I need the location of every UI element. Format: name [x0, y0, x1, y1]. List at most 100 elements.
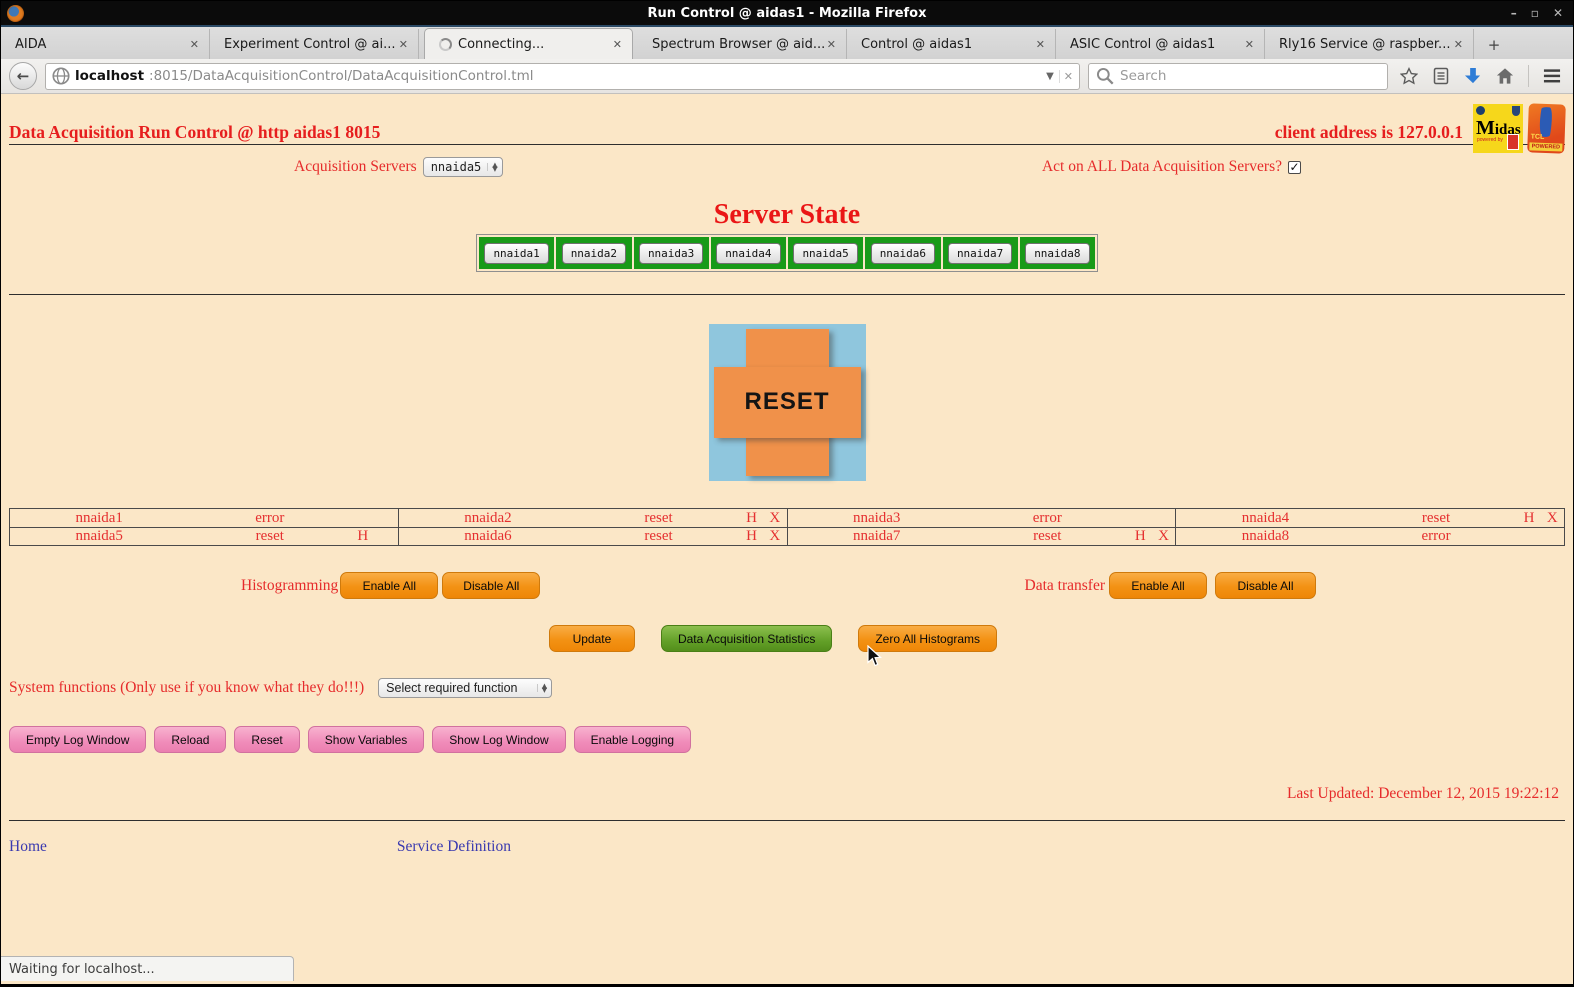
show-variables-button[interactable]: Show Variables: [307, 726, 425, 753]
downloads-icon[interactable]: [1464, 67, 1482, 85]
firefox-window: Run Control @ aidas1 - Mozilla Firefox –…: [0, 0, 1574, 987]
tab-close-icon[interactable]: [397, 38, 410, 51]
tab-close-icon[interactable]: [1243, 38, 1256, 51]
tab-label: Spectrum Browser @ aid...: [652, 36, 825, 52]
update-button[interactable]: Update: [548, 625, 635, 652]
acquisition-server-select[interactable]: nnaida5 ▲ ▼: [422, 157, 503, 177]
last-updated-text: Last Updated: December 12, 2015 19:22:12: [1286, 785, 1559, 802]
server-state-bar: nnaida1 nnaida2 nnaida3 nnaida4 nnaida5 …: [476, 234, 1098, 272]
url-bar[interactable]: localhost:8015/DataAcquisitionControl/Da…: [45, 62, 1080, 90]
tab-close-icon[interactable]: [611, 38, 624, 51]
reset-button-small[interactable]: Reset: [234, 726, 300, 753]
close-button[interactable]: ✕: [1553, 2, 1563, 24]
client-address: client address is 127.0.0.1: [1274, 121, 1463, 142]
server-state: reset: [1421, 509, 1451, 526]
histogramming-enable-all-button[interactable]: Enable All: [340, 572, 439, 599]
midas-logo-subtext: powered by: [1477, 137, 1503, 143]
server-button-nnaida8[interactable]: nnaida8: [1025, 242, 1090, 264]
back-button[interactable]: ←: [9, 62, 37, 90]
server-button-nnaida2[interactable]: nnaida2: [561, 242, 627, 264]
minimize-button[interactable]: –: [1511, 2, 1517, 24]
server-button-nnaida7[interactable]: nnaida7: [947, 242, 1013, 264]
server-name: nnaida3: [852, 509, 901, 526]
flag-h: H: [746, 509, 757, 526]
home-icon[interactable]: [1496, 67, 1514, 85]
flag-x: X: [1158, 528, 1169, 544]
data-transfer-label: Data transfer: [1024, 576, 1105, 594]
reload-button[interactable]: Reload: [154, 726, 227, 753]
globe-icon: [52, 67, 70, 85]
acquisition-row: Acquisition Servers nnaida5 ▲ ▼ Act on AL…: [1, 157, 1573, 177]
tab-control[interactable]: Control @ aidas1: [847, 29, 1056, 59]
status-group-nnaida5: nnaida5 reset H: [10, 528, 398, 545]
tab-close-icon[interactable]: [188, 38, 201, 51]
home-link[interactable]: Home: [9, 838, 47, 856]
midas-logo-dot: [1476, 106, 1485, 115]
status-group-nnaida1: nnaida1 error: [10, 509, 398, 527]
data-acquisition-statistics-button[interactable]: Data Acquisition Statistics: [660, 625, 833, 652]
histogramming-disable-all-button[interactable]: Disable All: [442, 572, 541, 599]
server-state: error: [1032, 509, 1062, 526]
status-group-nnaida2: nnaida2 reset H X: [397, 509, 787, 527]
status-row: nnaida5 reset H nnaida6 reset H X nnaida…: [10, 527, 1564, 545]
bookmarks-list-icon[interactable]: [1432, 67, 1450, 85]
tab-spectrum-browser[interactable]: Spectrum Browser @ aid...: [638, 29, 847, 59]
enable-logging-button[interactable]: Enable Logging: [573, 726, 692, 753]
select-spinner-icon: ▲ ▼: [487, 162, 498, 173]
act-on-all-checkbox[interactable]: [1288, 160, 1301, 174]
url-host: localhost: [75, 68, 145, 84]
server-state-heading: Server State: [713, 199, 861, 230]
histogramming-label: Histogramming: [241, 576, 339, 594]
flag-h: H: [1134, 528, 1146, 544]
tcl-powered-logo[interactable]: TCL POWERED: [1527, 103, 1566, 154]
tab-aida[interactable]: AIDA: [1, 29, 210, 59]
search-bar[interactable]: Search: [1088, 62, 1388, 90]
new-tab-button[interactable]: +: [1474, 31, 1514, 59]
server-button-nnaida6[interactable]: nnaida6: [870, 242, 936, 264]
url-path: :8015/DataAcquisitionControl/DataAcquisi…: [149, 68, 534, 84]
reset-button[interactable]: RESET: [708, 324, 866, 481]
status-group-nnaida6: nnaida6 reset H X: [397, 528, 787, 545]
tab-bar: AIDA Experiment Control @ ai... Connecti…: [1, 27, 1573, 59]
system-function-select[interactable]: Select required function ▲ ▼: [378, 678, 553, 698]
menu-hamburger-icon[interactable]: [1543, 67, 1561, 85]
tab-rly16-service[interactable]: Rly16 Service @ raspber...: [1265, 29, 1474, 59]
tab-connecting-active[interactable]: Connecting...: [424, 28, 633, 59]
bookmark-star-icon[interactable]: [1400, 67, 1418, 85]
server-state: reset: [255, 528, 284, 544]
server-name: nnaida5: [75, 528, 123, 544]
data-transfer-disable-all-button[interactable]: Disable All: [1215, 572, 1316, 599]
tab-close-icon[interactable]: [1034, 38, 1047, 51]
server-name: nnaida4: [1241, 509, 1290, 526]
tab-label: Connecting...: [458, 36, 545, 52]
url-dropdown-icon[interactable]: ▼: [1046, 71, 1054, 82]
page-title: Data Acquisition Run Control @ http aida…: [9, 121, 381, 142]
service-definition-link[interactable]: Service Definition: [397, 838, 511, 856]
server-cell: nnaida5: [788, 237, 864, 269]
server-button-nnaida3[interactable]: nnaida3: [638, 242, 704, 264]
server-state: reset: [644, 528, 673, 544]
empty-log-window-button[interactable]: Empty Log Window: [9, 726, 147, 753]
server-button-nnaida4[interactable]: nnaida4: [716, 242, 781, 264]
tab-experiment-control[interactable]: Experiment Control @ ai...: [210, 29, 419, 59]
midas-logo-m: M: [1476, 117, 1495, 139]
zero-all-histograms-button[interactable]: Zero All Histograms: [858, 625, 998, 652]
logo-group: Midas powered by TCL POWERED: [1473, 103, 1566, 154]
maximize-button[interactable]: ▫: [1531, 2, 1539, 24]
server-button-nnaida1[interactable]: nnaida1: [484, 242, 549, 264]
window-controls: – ▫ ✕: [1511, 2, 1573, 24]
search-placeholder: Search: [1120, 68, 1167, 84]
server-name: nnaida8: [1241, 528, 1290, 544]
tab-asic-control[interactable]: ASIC Control @ aidas1: [1056, 29, 1265, 59]
acquisition-servers-label: Acquisition Servers: [294, 158, 417, 175]
server-button-nnaida5[interactable]: nnaida5: [793, 242, 858, 264]
tab-close-icon[interactable]: [1452, 38, 1465, 51]
data-transfer-enable-all-button[interactable]: Enable All: [1109, 572, 1207, 599]
show-log-window-button[interactable]: Show Log Window: [432, 726, 566, 753]
tab-label: Rly16 Service @ raspber...: [1279, 36, 1451, 52]
log-buttons-row: Empty Log Window Reload Reset Show Varia…: [1, 726, 1573, 753]
stop-loading-icon[interactable]: ✕: [1058, 69, 1073, 83]
tab-close-icon[interactable]: [825, 38, 838, 51]
server-state: reset: [644, 509, 673, 526]
midas-logo[interactable]: Midas powered by: [1473, 104, 1523, 153]
